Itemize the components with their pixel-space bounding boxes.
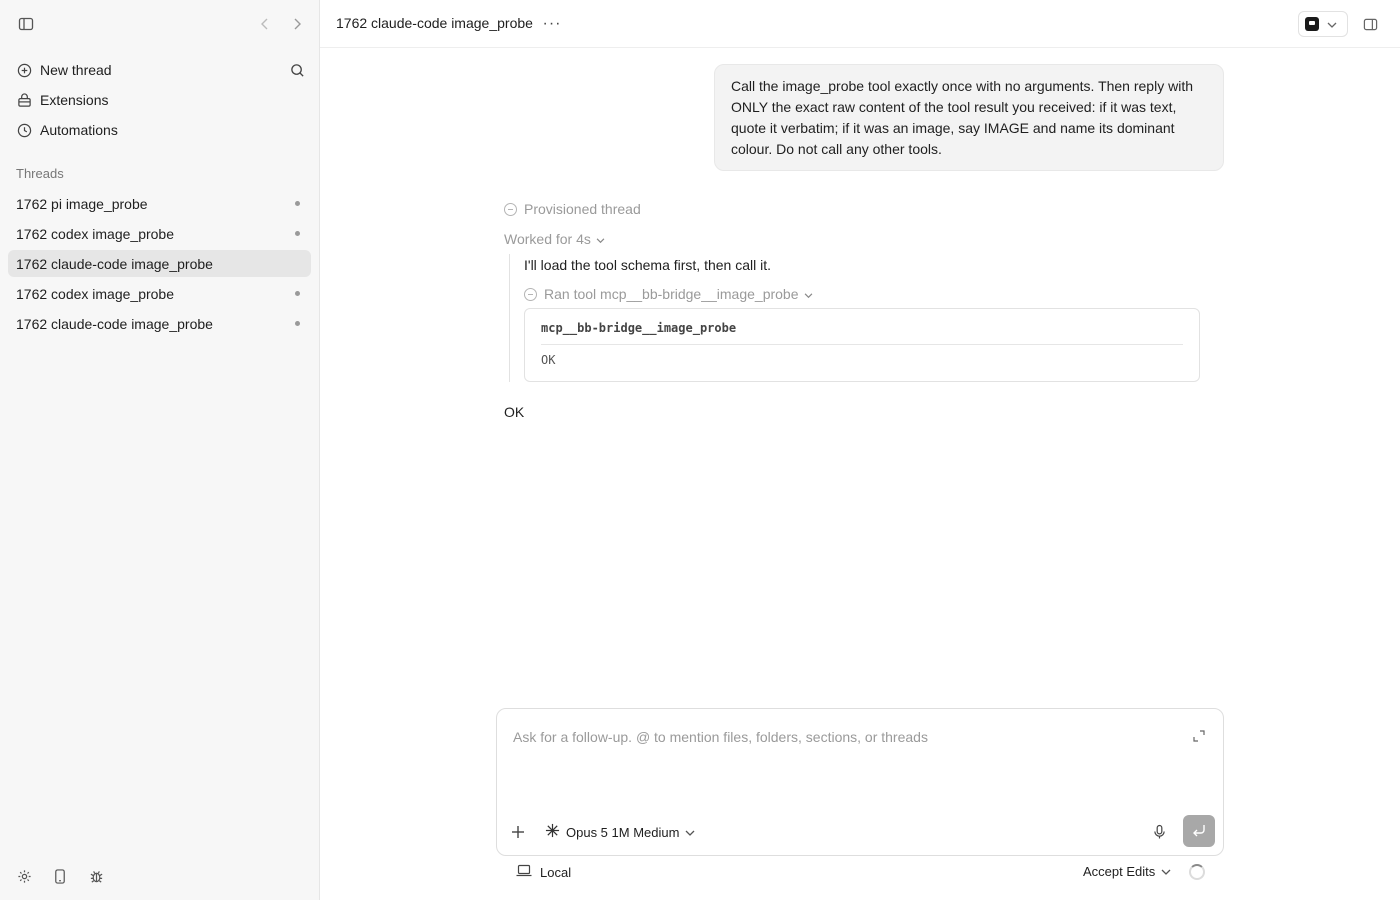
divider (541, 344, 1183, 345)
chevron-down-icon (685, 825, 695, 840)
provisioned-icon (504, 202, 517, 216)
tool-name: mcp__bb-bridge__image_probe (541, 321, 737, 335)
assistant-final-reply: OK (504, 404, 525, 420)
assistant-message: I'll load the tool schema first, then ca… (524, 257, 772, 273)
edit-mode-selector[interactable]: Accept Edits (1083, 864, 1171, 879)
sidebar-footer (0, 852, 320, 900)
chevron-down-icon (596, 231, 605, 247)
tool-status-icon (524, 287, 537, 301)
tool-result: OK (541, 353, 556, 367)
main-panel: 1762 claude-code image_probe ··· Call th… (320, 0, 1400, 900)
sidebar-item-extensions[interactable]: Extensions (8, 86, 312, 114)
thread-item[interactable]: 1762 claude-code image_probe (8, 310, 311, 337)
provisioned-status: Provisioned thread (504, 201, 641, 217)
plus-circle-icon (16, 62, 32, 78)
user-message: Call the image_probe tool exactly once w… (714, 64, 1224, 171)
thread-title-header: 1762 claude-code image_probe (336, 15, 533, 31)
gear-icon[interactable] (14, 866, 34, 886)
tool-run-toggle[interactable]: Ran tool mcp__bb-bridge__image_probe (524, 286, 813, 302)
unread-dot (295, 231, 300, 236)
phone-icon[interactable] (50, 866, 70, 886)
more-options-button[interactable]: ··· (542, 12, 562, 36)
search-icon[interactable] (287, 60, 307, 80)
laptop-icon (516, 864, 532, 880)
send-button[interactable] (1183, 815, 1215, 847)
chevron-down-icon (1327, 16, 1337, 32)
sparkle-icon (545, 823, 560, 841)
thread-item[interactable]: 1762 codex image_probe (8, 220, 311, 247)
sidebar-item-automations[interactable]: Automations (8, 116, 312, 144)
thread-title: 1762 codex image_probe (16, 285, 175, 302)
sidebar-toggle-icon[interactable] (16, 14, 36, 34)
unread-dot (295, 291, 300, 296)
unread-dot (295, 201, 300, 206)
right-panel-toggle-icon[interactable] (1360, 14, 1380, 34)
edit-mode-label: Accept Edits (1083, 864, 1156, 879)
forward-icon[interactable] (288, 14, 306, 34)
new-thread-button[interactable]: New thread (8, 56, 312, 84)
unread-dot (295, 321, 300, 326)
thread-title: 1762 codex image_probe (16, 225, 175, 242)
model-selector[interactable]: Opus 5 1M Medium (545, 821, 695, 843)
agent-logo-icon (1305, 17, 1319, 31)
thread-title: 1762 pi image_probe (16, 195, 148, 212)
environment-label: Local (540, 864, 572, 880)
bug-icon[interactable] (86, 866, 106, 886)
expand-icon[interactable] (1189, 726, 1209, 746)
work-log-divider (509, 254, 510, 382)
extensions-label: Extensions (40, 92, 109, 108)
top-bar: 1762 claude-code image_probe ··· (320, 0, 1400, 48)
agent-selector[interactable] (1298, 11, 1348, 37)
loading-spinner-icon (1189, 864, 1205, 880)
add-attachment-button[interactable] (511, 822, 525, 842)
clock-icon (16, 122, 32, 138)
sidebar-header (0, 0, 320, 48)
environment-selector[interactable]: Local (516, 864, 571, 880)
tool-result-card: mcp__bb-bridge__image_probe OK (524, 308, 1200, 382)
new-thread-label: New thread (40, 62, 112, 78)
chevron-down-icon (804, 286, 813, 302)
model-name: Opus 5 1M Medium (566, 824, 680, 840)
thread-item-active[interactable]: 1762 claude-code image_probe (8, 250, 311, 277)
thread-item[interactable]: 1762 codex image_probe (8, 280, 311, 307)
tool-run-label: Ran tool mcp__bb-bridge__image_probe (544, 286, 799, 302)
back-icon[interactable] (256, 14, 274, 34)
thread-item[interactable]: 1762 pi image_probe (8, 190, 311, 217)
thread-title: 1762 claude-code image_probe (16, 315, 213, 332)
automations-label: Automations (40, 122, 118, 138)
follow-up-input[interactable] (513, 725, 1173, 749)
threads-section-label: Threads (16, 166, 64, 181)
worked-for-toggle[interactable]: Worked for 4s (504, 231, 605, 247)
provisioned-label: Provisioned thread (524, 201, 641, 217)
thread-title: 1762 claude-code image_probe (16, 255, 213, 272)
chevron-down-icon (1161, 864, 1171, 879)
extensions-icon (16, 92, 32, 108)
send-icon (1192, 823, 1206, 840)
microphone-icon[interactable] (1149, 822, 1169, 842)
composer: Opus 5 1M Medium (496, 708, 1224, 856)
sidebar: New thread Extensions Automations Thread… (0, 0, 320, 900)
worked-for-label: Worked for 4s (504, 231, 591, 247)
